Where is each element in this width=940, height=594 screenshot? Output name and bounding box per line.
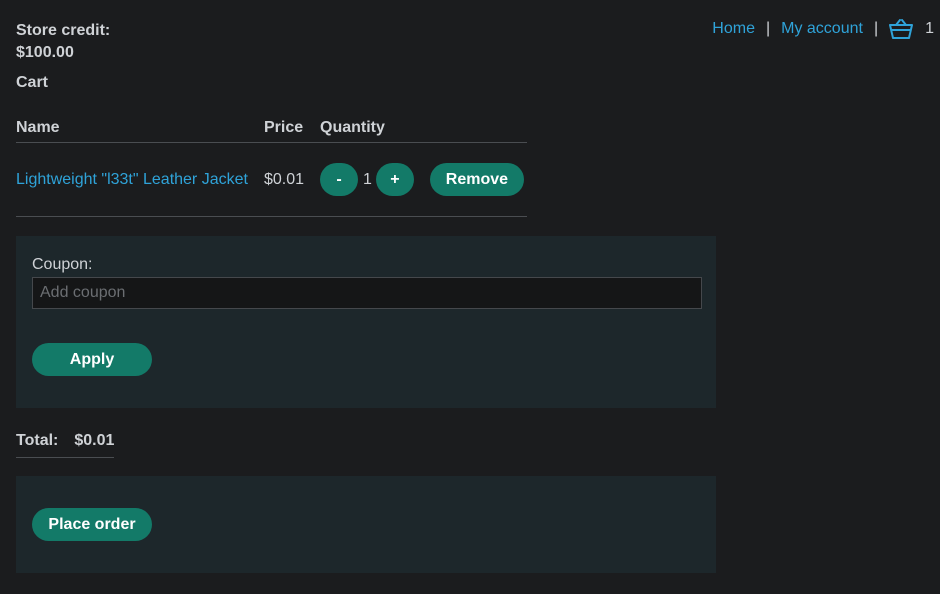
total: Total: $0.01: [16, 432, 114, 458]
item-price: $0.01: [264, 142, 320, 217]
basket-icon[interactable]: [889, 19, 914, 39]
column-header-name: Name: [16, 114, 264, 143]
page: Home | My account | 1 Store credit: $100…: [0, 0, 940, 594]
table-row: Lightweight "l33t" Leather Jacket $0.01 …: [16, 142, 527, 217]
apply-button[interactable]: Apply: [32, 343, 152, 376]
store-credit-label: Store credit:: [16, 22, 111, 39]
cart-table-header: Name Price Quantity: [16, 114, 527, 143]
coupon-panel: Coupon: Apply: [16, 236, 716, 408]
cart-table: Name Price Quantity Lightweight "l33t" L…: [16, 114, 527, 217]
my-account-link[interactable]: My account: [781, 20, 863, 38]
coupon-input[interactable]: [32, 277, 702, 309]
column-header-price: Price: [264, 114, 320, 143]
decrement-button[interactable]: -: [320, 163, 358, 196]
nav-separator: |: [873, 20, 879, 37]
total-value: $0.01: [74, 432, 115, 449]
top-nav: Home | My account | 1: [712, 19, 934, 39]
store-credit-value: $100.00: [16, 44, 74, 61]
place-order-panel: Place order: [16, 476, 716, 573]
total-label: Total:: [16, 432, 59, 449]
quantity-value: 1: [363, 170, 372, 188]
nav-separator: |: [765, 20, 771, 37]
coupon-label: Coupon:: [32, 256, 93, 273]
quantity-stepper: - 1 + Remove: [320, 163, 527, 196]
item-name-cell: Lightweight "l33t" Leather Jacket: [16, 142, 264, 217]
item-quantity-cell: - 1 + Remove: [320, 142, 527, 217]
remove-button[interactable]: Remove: [429, 163, 524, 196]
home-link[interactable]: Home: [712, 20, 755, 38]
increment-button[interactable]: +: [375, 163, 414, 196]
cart-count: 1: [925, 20, 934, 37]
cart-heading: Cart: [16, 74, 49, 91]
store-credit: Store credit: $100.00: [16, 20, 110, 64]
column-header-quantity: Quantity: [320, 114, 527, 143]
item-name-link[interactable]: Lightweight "l33t" Leather Jacket: [16, 171, 248, 188]
place-order-button[interactable]: Place order: [32, 508, 152, 541]
